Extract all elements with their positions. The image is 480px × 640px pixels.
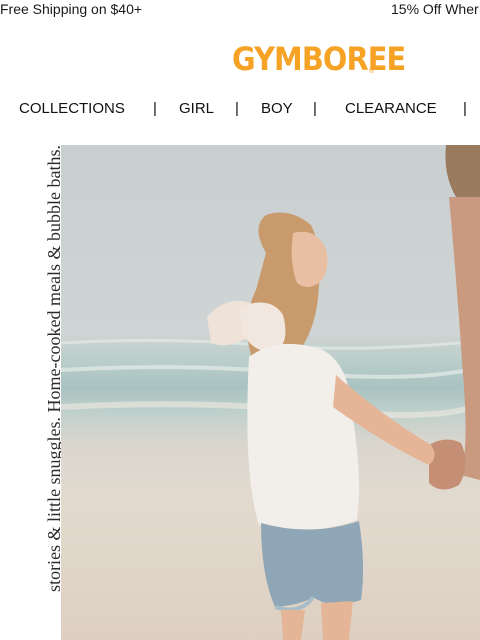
hero-illustration — [61, 145, 480, 640]
hero-photo — [61, 145, 480, 640]
nav-separator: | — [463, 100, 467, 117]
nav-separator: | — [153, 100, 157, 117]
hero-tagline: stories & little snuggles. Home-cooked m… — [44, 145, 61, 592]
registered-mark: ® — [368, 67, 375, 75]
nav-separator: | — [313, 100, 317, 117]
brand-logo[interactable]: GYMBOREE ® — [232, 40, 425, 80]
promo-free-shipping[interactable]: Free Shipping on $40+ — [0, 1, 142, 17]
promo-discount[interactable]: 15% Off Wher — [391, 1, 479, 17]
brand-wordmark: GYMBOREE — [232, 40, 406, 78]
nav-boy[interactable]: BOY — [261, 99, 293, 119]
nav-clearance[interactable]: CLEARANCE — [345, 99, 437, 119]
hero-banner[interactable]: stories & little snuggles. Home-cooked m… — [0, 145, 480, 640]
hero-tagline-band: stories & little snuggles. Home-cooked m… — [0, 145, 61, 640]
nav-girl[interactable]: GIRL — [179, 99, 214, 119]
nav-collections[interactable]: COLLECTIONS — [19, 99, 125, 119]
nav-separator: | — [235, 100, 239, 117]
promo-strip: Free Shipping on $40+ 15% Off Wher — [0, 0, 480, 20]
main-nav: COLLECTIONS | GIRL | BOY | CLEARANCE | — [0, 99, 480, 119]
